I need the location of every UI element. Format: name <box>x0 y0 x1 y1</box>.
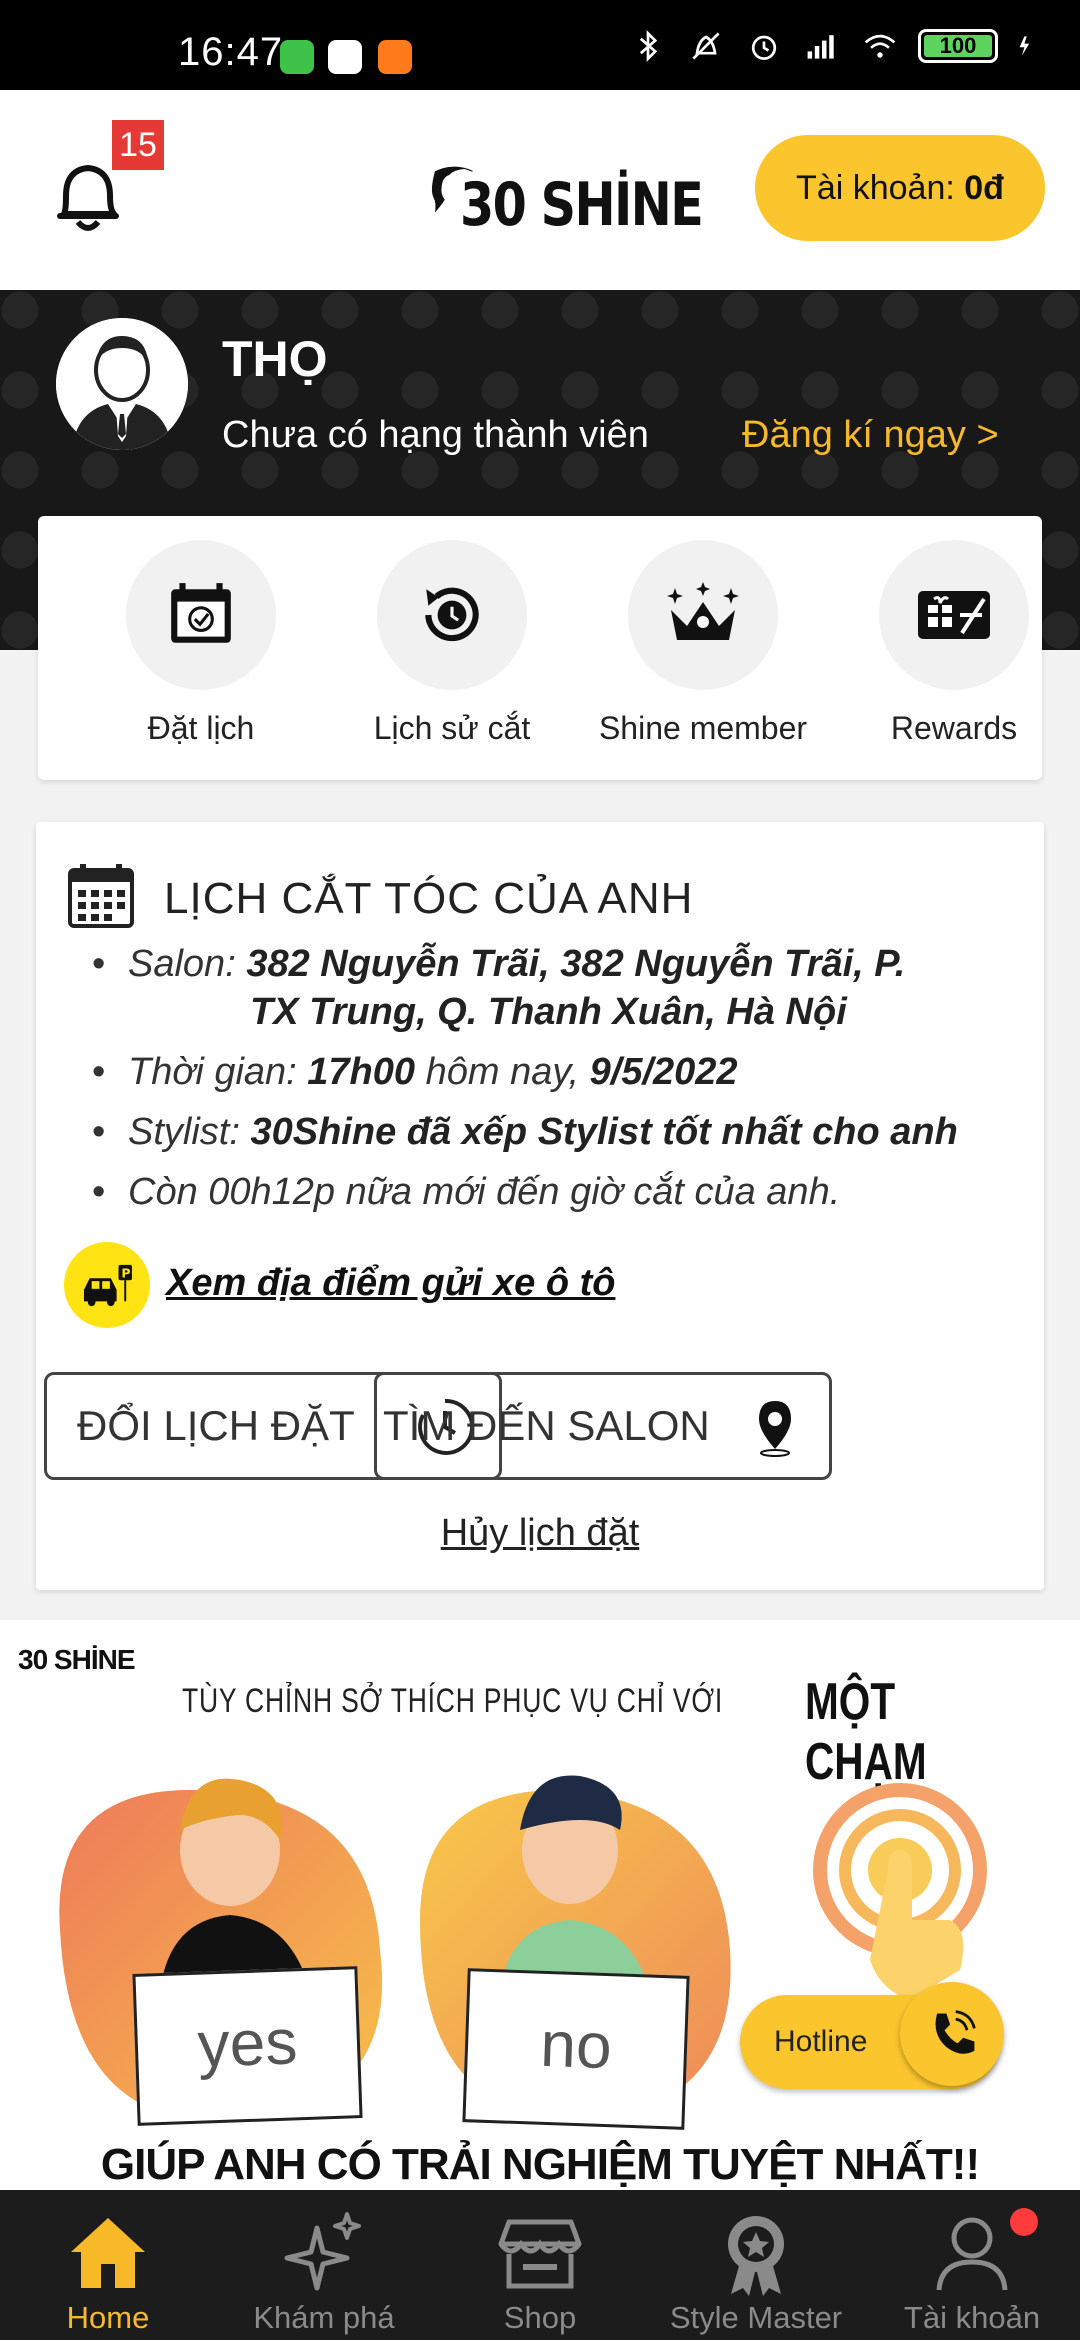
alarm-icon <box>751 35 777 60</box>
charging-icon <box>1019 36 1030 56</box>
nav-shop[interactable]: Shop <box>432 2190 648 2340</box>
yes-sign: yes <box>132 1966 363 2126</box>
status-time: 16:47 <box>178 30 284 74</box>
booking-countdown-row: Còn 00h12p nữa mới đến giờ cắt của anh. <box>92 1168 1032 1216</box>
award-icon <box>728 2216 784 2296</box>
quick-action-label: Lịch sử cắt <box>373 710 531 746</box>
quick-action-label: Shine member <box>598 710 808 746</box>
salon-address-line2: TX Trung, Q. Thanh Xuân, Hà Nội <box>250 991 847 1033</box>
booking-details: Salon: 382 Nguyễn Trãi, 382 Nguyễn Trãi,… <box>92 940 1032 1228</box>
svg-text:P: P <box>121 1265 130 1280</box>
nav-account[interactable]: Tài khoản <box>864 2190 1080 2340</box>
nav-label: Tài khoản <box>903 2300 1041 2335</box>
time-value: 17h00 <box>307 1051 416 1093</box>
phone-icon[interactable] <box>900 1982 1004 2086</box>
parking-location-link[interactable]: Xem địa điểm gửi xe ô tô <box>166 1262 615 1305</box>
booking-salon-row: Salon: 382 Nguyễn Trãi, 382 Nguyễn Trãi,… <box>92 940 1032 1036</box>
account-notification-dot <box>1010 2208 1038 2236</box>
status-bar: 16:47 100 <box>0 0 1080 90</box>
avatar[interactable] <box>56 318 188 450</box>
salon-label: Salon: <box>128 943 236 985</box>
quick-action-circle <box>628 540 778 690</box>
app-header: 15 30 SHİNE Tài khoản: 0đ <box>0 90 1080 290</box>
member-rank: Chưa có hạng thành viên <box>222 414 649 456</box>
booking-card: LỊCH CẮT TÓC CỦA ANH Salon: 382 Nguyễn T… <box>36 822 1044 1590</box>
user-icon <box>936 2217 1008 2291</box>
app-notification-icon <box>280 40 314 74</box>
cancel-booking-link[interactable]: Hủy lịch đặt <box>36 1512 1044 1555</box>
car-icon: P <box>83 1264 132 1307</box>
stylist-label: Stylist: <box>128 1111 240 1153</box>
quick-action-label: Đặt lịch <box>147 710 255 746</box>
promo-subtitle: TÙY CHỈNH SỞ THÍCH PHỤC VỤ CHỈ VỚI <box>182 1682 724 1720</box>
user-avatar-icon <box>56 318 188 450</box>
location-pin-icon <box>759 1401 791 1457</box>
account-label: Tài khoản: <box>796 169 955 207</box>
status-icons: 100 <box>628 28 1040 64</box>
history-clock-icon <box>425 587 479 642</box>
countdown-text: Còn 00h12p nữa mới đến giờ cắt của anh. <box>128 1171 841 1213</box>
salon-address-line1: 382 Nguyễn Trãi, 382 Nguyễn Trãi, P. <box>246 943 906 985</box>
quick-action-circle <box>126 540 276 690</box>
booking-stylist-row: Stylist: 30Shine đã xếp Stylist tốt nhất… <box>92 1108 1032 1156</box>
quick-action-circle <box>377 540 527 690</box>
brand-logo-text: 30 SHİNE <box>460 170 704 240</box>
wifi-icon <box>864 34 896 58</box>
nav-home[interactable]: Home <box>0 2190 216 2340</box>
promo-footer: GIÚP ANH CÓ TRẢI NGHIỆM TUYỆT NHẤT!! <box>100 2140 980 2189</box>
quick-action-shine-member[interactable]: Shine member <box>578 540 828 747</box>
home-icon <box>71 2218 145 2288</box>
crown-icon <box>667 582 739 640</box>
battery-level: 100 <box>924 35 992 57</box>
notification-badge: 15 <box>112 120 164 170</box>
sparkles-icon <box>284 2212 361 2291</box>
find-salon-label: TÌM ĐẾN SALON <box>383 1402 710 1449</box>
quick-action-booking[interactable]: Đặt lịch <box>76 540 326 747</box>
quick-actions-card: Đặt lịch Lịch sử cắt Shine member Reward… <box>38 516 1042 780</box>
no-sign: no <box>462 1968 690 2130</box>
quick-action-label: Rewards <box>890 710 1018 746</box>
gift-card-icon <box>918 591 990 639</box>
account-balance-button[interactable]: Tài khoản: 0đ <box>755 135 1045 241</box>
one-touch-icon <box>813 1783 987 2000</box>
calendar-check-icon <box>171 583 231 643</box>
booking-time-row: Thời gian: 17h00 hôm nay, 9/5/2022 <box>92 1048 1032 1096</box>
change-booking-label: ĐỔI LỊCH ĐẶT <box>77 1402 355 1449</box>
quick-action-circle <box>879 540 1029 690</box>
store-icon <box>498 2219 582 2289</box>
nav-label: Style Master <box>669 2300 843 2335</box>
user-name: THỌ <box>222 331 328 387</box>
nav-label: Shop <box>503 2300 577 2335</box>
phone-ringing-icon <box>935 2010 976 2054</box>
nav-style-master[interactable]: Style Master <box>648 2190 864 2340</box>
register-now-link[interactable]: Đăng kí ngay > <box>742 414 999 457</box>
promo-banner[interactable]: 30 SHİNE TÙY CHỈNH SỞ THÍCH PHỤC VỤ CHỈ … <box>0 1620 1080 2190</box>
find-salon-button[interactable]: TÌM ĐẾN SALON <box>374 1372 832 1480</box>
bottom-navigation: Home Khám phá Shop Style Master Tài khoả… <box>0 2190 1080 2340</box>
booking-title: LỊCH CẮT TÓC CỦA ANH <box>164 874 694 923</box>
time-mid: hôm nay, <box>425 1051 580 1093</box>
battery-icon: 100 <box>918 29 998 63</box>
car-parking-icon[interactable]: P <box>64 1242 150 1328</box>
mute-icon <box>692 32 720 60</box>
calendar-notification-icon <box>328 40 362 74</box>
date-value: 9/5/2022 <box>589 1051 738 1093</box>
bluetooth-icon <box>639 30 658 62</box>
hotline-label: Hotline <box>774 2025 868 2058</box>
nav-label: Home <box>66 2300 150 2335</box>
stylist-value: 30Shine đã xếp Stylist tốt nhất cho anh <box>250 1111 958 1153</box>
account-balance: 0đ <box>964 169 1004 207</box>
nav-explore[interactable]: Khám phá <box>216 2190 432 2340</box>
nav-label: Khám phá <box>253 2300 395 2335</box>
quick-action-rewards[interactable]: Rewards <box>829 540 1079 747</box>
shopee-notification-icon <box>378 40 412 74</box>
time-label: Thời gian: <box>128 1051 297 1093</box>
calendar-icon <box>68 864 134 928</box>
quick-action-history[interactable]: Lịch sử cắt <box>327 540 577 747</box>
promo-logo: 30 SHİNE <box>18 1644 135 1675</box>
signal-icon <box>807 35 834 59</box>
